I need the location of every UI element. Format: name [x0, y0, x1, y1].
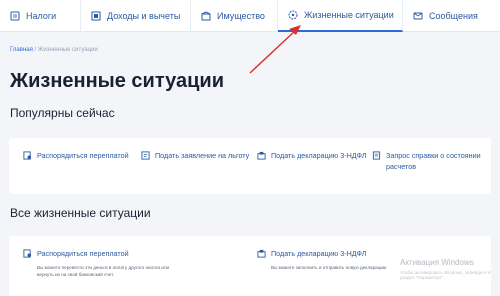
income-icon — [91, 11, 101, 21]
breadcrumb-current: Жизненные ситуации — [37, 47, 98, 53]
all-item-label: Распорядиться переплатой — [37, 248, 129, 258]
nav-item-income[interactable]: Доходы и вычеты — [81, 0, 191, 32]
popular-item-label: Распорядиться переплатой — [37, 151, 129, 160]
popular-item-certificate[interactable]: Запрос справки о состоянии расчетов — [372, 150, 482, 172]
all-item-overpayment[interactable]: Распорядиться переплатой Вы можете перев… — [23, 248, 177, 278]
nav-item-label: Жизненные ситуации — [304, 10, 394, 20]
property-icon — [201, 11, 211, 21]
overpayment-icon — [23, 249, 32, 258]
all-section-title: Все жизненные ситуации — [10, 206, 151, 220]
popular-item-label: Подать декларацию 3-НДФЛ — [271, 151, 367, 160]
nav-item-label: Сообщения — [429, 11, 478, 21]
popular-item-declaration[interactable]: Подать декларацию 3-НДФЛ — [257, 150, 367, 161]
life-situations-icon — [288, 10, 298, 20]
all-item-description: Вы можете перевести эти деньги в оплату … — [37, 265, 170, 277]
nav-item-messages[interactable]: Сообщения — [403, 0, 500, 32]
overpayment-icon — [23, 151, 32, 160]
windows-activation-watermark: Активация Windows — [400, 258, 474, 267]
nav-item-property[interactable]: Имущество — [191, 0, 278, 32]
application-icon — [141, 151, 150, 160]
top-nav: Налоги Доходы и вычеты Имущество Жизненн… — [0, 0, 500, 32]
all-item-declaration[interactable]: Подать декларацию 3-НДФЛ Вы можете запол… — [257, 248, 411, 271]
breadcrumb: Главная / Жизненные ситуации — [10, 47, 98, 53]
nav-item-label: Налоги — [26, 11, 57, 21]
all-item-label: Подать декларацию 3-НДФЛ — [271, 248, 367, 258]
nav-item-life-situations[interactable]: Жизненные ситуации — [278, 0, 403, 32]
popular-item-application[interactable]: Подать заявление на льготу — [141, 150, 251, 161]
page-title: Жизненные ситуации — [10, 70, 225, 92]
tax-icon — [10, 11, 20, 21]
popular-card: Распорядиться переплатой Подать заявлени… — [9, 138, 491, 194]
popular-section-title: Популярны сейчас — [10, 106, 115, 120]
breadcrumb-separator: / — [34, 47, 37, 53]
messages-icon — [413, 11, 423, 21]
windows-activation-hint: Чтобы активировать Windows, перейдите в … — [400, 270, 491, 280]
popular-item-label: Подать заявление на льготу — [155, 151, 250, 160]
popular-item-overpayment[interactable]: Распорядиться переплатой — [23, 150, 133, 161]
nav-item-label: Имущество — [217, 11, 265, 21]
nav-item-taxes[interactable]: Налоги — [0, 0, 81, 32]
certificate-icon — [372, 151, 381, 160]
declaration-icon — [257, 249, 266, 258]
declaration-icon — [257, 151, 266, 160]
all-item-description: Вы можете заполнить и отправить новую де… — [271, 265, 387, 270]
popular-item-label: Запрос справки о состоянии расчетов — [386, 151, 481, 171]
breadcrumb-home-link[interactable]: Главная — [10, 47, 33, 53]
nav-item-label: Доходы и вычеты — [107, 11, 181, 21]
